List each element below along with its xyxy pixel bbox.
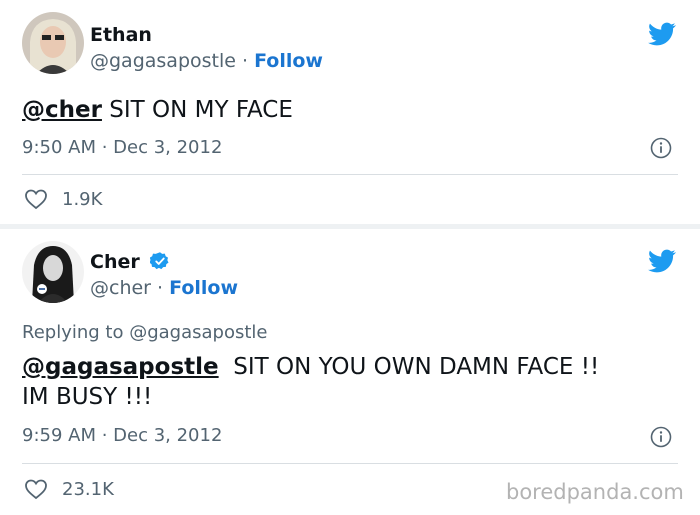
display-name: Cher — [90, 251, 170, 273]
avatar-ethan[interactable] — [22, 12, 84, 74]
dot-separator: · — [235, 50, 255, 72]
timestamp[interactable]: 9:50 AM · Dec 3, 2012 — [22, 137, 222, 158]
tweet-card-cher: Cher @cher · Follow Replying to @gagasap… — [0, 229, 700, 515]
mention-link[interactable]: @gagasapostle — [22, 354, 219, 380]
info-icon[interactable] — [650, 426, 672, 448]
tweet-line-1: @gagasapostle SIT ON YOU OWN DAMN FACE !… — [22, 352, 682, 382]
tweet-card-ethan: Ethan @gagasapostle · Follow @cher SIT O… — [0, 0, 700, 229]
tweet-text: @cher SIT ON MY FACE — [22, 95, 682, 125]
heart-icon — [25, 479, 47, 500]
display-name[interactable]: Ethan — [90, 24, 152, 46]
like-count: 1.9K — [62, 188, 103, 210]
handle[interactable]: @cher — [90, 277, 151, 299]
like-button[interactable]: 1.9K — [24, 188, 102, 210]
replying-to: Replying to @gagasapostle — [22, 322, 268, 343]
handle-line: @cher · Follow — [90, 277, 238, 299]
heart-icon — [25, 189, 47, 210]
twitter-bird-icon[interactable] — [646, 20, 678, 48]
divider — [22, 463, 678, 464]
like-button[interactable]: 23.1K — [24, 478, 114, 500]
follow-button[interactable]: Follow — [254, 50, 323, 72]
verified-badge-icon — [150, 252, 169, 270]
dot-separator: · — [151, 277, 170, 299]
avatar-cher[interactable] — [22, 241, 84, 303]
timestamp[interactable]: 9:59 AM · Dec 3, 2012 — [22, 425, 222, 446]
tweet-text: @gagasapostle SIT ON YOU OWN DAMN FACE !… — [22, 352, 682, 412]
tweet-body: SIT ON MY FACE — [101, 97, 293, 123]
like-count: 23.1K — [62, 478, 114, 500]
handle-line: @gagasapostle · Follow — [90, 50, 323, 72]
tweet-line-2: IM BUSY !!! — [22, 384, 153, 410]
watermark: boredpanda.com — [506, 480, 684, 504]
twitter-bird-icon[interactable] — [646, 247, 678, 275]
follow-button[interactable]: Follow — [169, 277, 238, 299]
tweet-body-1: SIT ON YOU OWN DAMN FACE !! — [218, 354, 600, 380]
info-icon[interactable] — [650, 137, 672, 159]
mention-link[interactable]: @cher — [22, 97, 102, 123]
display-name-text[interactable]: Cher — [90, 251, 140, 273]
divider — [22, 174, 678, 175]
handle[interactable]: @gagasapostle — [90, 50, 236, 72]
